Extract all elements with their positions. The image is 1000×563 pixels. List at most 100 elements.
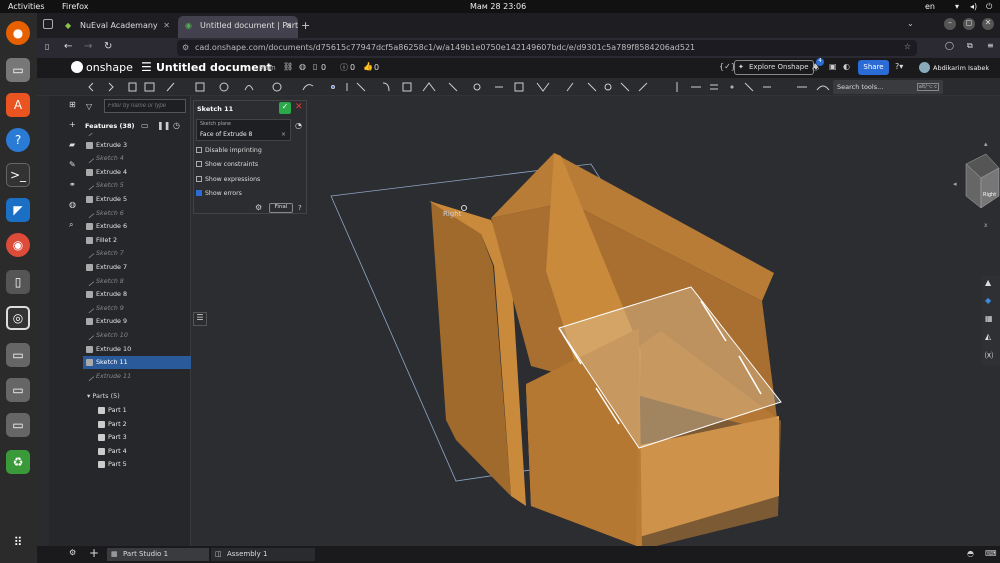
feature-item[interactable]: Extrude 7	[83, 261, 191, 274]
menu-icon[interactable]: ≡	[987, 41, 994, 50]
tab-overview-icon[interactable]	[43, 19, 53, 29]
close-icon[interactable]: ✕	[163, 21, 170, 30]
search-tool-icon[interactable]: ⌕	[69, 220, 73, 230]
feature-item[interactable]: Extrude 11	[83, 370, 191, 383]
features-tool-icon[interactable]: ⊞	[69, 100, 76, 109]
checkbox[interactable]	[196, 175, 202, 182]
tab-nueval[interactable]: ◆ NuEval Academany ✕	[58, 16, 176, 38]
account-icon[interactable]: ◯	[945, 41, 954, 50]
bookmark-star-icon[interactable]: ☆	[904, 42, 911, 51]
theme-icon[interactable]: ◐	[843, 62, 850, 71]
firefox-icon[interactable]: ●	[6, 21, 30, 45]
part-item[interactable]: Part 1	[95, 404, 191, 417]
feature-item[interactable]: Extrude 9	[83, 315, 191, 328]
final-button[interactable]: Final	[269, 203, 293, 213]
sketch-plane-field[interactable]: Sketch plane Face of Extrude 8 ×	[196, 119, 291, 141]
part-item[interactable]: Part 5	[95, 458, 191, 471]
clear-icon[interactable]: ×	[281, 131, 286, 138]
sketch-option[interactable]: Disable imprinting	[196, 147, 262, 154]
vscode-icon[interactable]: ◤	[6, 198, 30, 222]
maximize-icon[interactable]: ◻	[963, 18, 975, 30]
forward-icon[interactable]: →	[84, 41, 92, 52]
measure-tool-icon[interactable]: ✎	[69, 160, 76, 169]
cancel-x-icon[interactable]: ✕	[295, 102, 303, 112]
history-icon[interactable]: ◷	[173, 121, 180, 130]
user-name[interactable]: Abdikarim Isabek	[933, 64, 989, 72]
network-icon[interactable]: ▾	[955, 2, 959, 11]
model-view[interactable]: Right Right ◂ ▴ x ◈	[191, 96, 1000, 551]
reload-icon[interactable]: ↻	[104, 41, 112, 52]
chevron-down-icon[interactable]: ⌄	[907, 19, 914, 28]
feature-item[interactable]: Extrude 4	[83, 166, 191, 179]
checkbox[interactable]	[196, 147, 202, 153]
close-window-icon[interactable]: ✕	[982, 18, 994, 30]
bom-icon[interactable]: ▦	[985, 314, 993, 323]
feature-item[interactable]: Extrude 5	[83, 193, 191, 206]
filter-icon[interactable]: ▽	[86, 102, 92, 111]
feature-item[interactable]: Fillet 2	[83, 234, 191, 247]
hamburger-menu-icon[interactable]: ☰	[141, 60, 152, 74]
feature-item[interactable]: Sketch 3	[83, 133, 191, 138]
activities-button[interactable]: Activities	[8, 2, 45, 11]
like-icon[interactable]: 👍	[363, 62, 373, 71]
drive-icon[interactable]: ▭	[6, 413, 30, 437]
help-icon[interactable]: ?▾	[895, 62, 903, 71]
power-icon[interactable]: ⏻	[986, 2, 992, 12]
feature-item[interactable]: Extrude 10	[83, 343, 191, 356]
feature-item[interactable]: Extrude 3	[83, 139, 191, 152]
app-grid-icon[interactable]: ⠿	[6, 530, 30, 554]
shortcut-icon[interactable]: ⌨	[985, 549, 997, 558]
onshape-logo-icon[interactable]	[71, 61, 83, 73]
info-icon[interactable]: ⓘ	[340, 62, 348, 73]
sketch-option[interactable]: Show expressions	[196, 175, 260, 183]
display-icon[interactable]: ◓	[967, 549, 974, 558]
mate-icon[interactable]: ◭	[985, 332, 991, 341]
accept-check-icon[interactable]: ✓	[279, 102, 291, 114]
onshape-logo-text[interactable]: onshape	[86, 61, 133, 74]
explore-onshape-button[interactable]: ✦ Explore Onshape	[734, 60, 814, 75]
feature-item[interactable]: Sketch 5	[83, 179, 191, 192]
folder-icon[interactable]: ▭	[141, 121, 149, 130]
sketch-tools-icon[interactable]: ⚙	[255, 203, 262, 212]
terminal-icon[interactable]: >_	[6, 163, 30, 187]
list-toggle-icon[interactable]: ☰	[193, 312, 207, 326]
feature-item[interactable]: Sketch 4	[83, 152, 191, 165]
language-indicator[interactable]: en	[925, 2, 935, 11]
comments-tool-icon[interactable]: ▰	[69, 140, 75, 149]
minimize-icon[interactable]: –	[944, 18, 956, 30]
rollback-icon[interactable]: ❚❚	[157, 121, 170, 130]
feature-item[interactable]: Sketch 6	[83, 207, 191, 220]
url-input[interactable]: ⚙ cad.onshape.com/documents/d75615c77947…	[177, 40, 917, 56]
share-button[interactable]: Share	[858, 60, 889, 75]
screenshot-icon[interactable]: ◎	[6, 306, 30, 330]
render-studio-icon[interactable]: ▲	[985, 278, 991, 287]
new-tab-icon[interactable]: +	[301, 19, 310, 32]
globe-icon[interactable]: ◍	[299, 62, 306, 71]
variables-tool-icon[interactable]: +	[69, 120, 76, 129]
feature-item[interactable]: Sketch 9	[83, 302, 191, 315]
site-info-icon[interactable]: ⚙	[182, 43, 189, 52]
volume-icon[interactable]: ◂)	[970, 2, 977, 11]
trash-icon[interactable]: ♻	[6, 450, 30, 474]
feature-item[interactable]: Sketch 11	[83, 356, 191, 370]
tab-part-studio[interactable]: ▦ Part Studio 1	[107, 548, 209, 561]
document-icon[interactable]: ▯	[313, 62, 317, 71]
avatar[interactable]	[919, 62, 930, 73]
phone-icon[interactable]: ▯	[6, 270, 30, 294]
part-item[interactable]: Part 4	[95, 445, 191, 458]
close-icon[interactable]: ✕	[285, 21, 292, 30]
checkbox[interactable]	[196, 189, 202, 196]
help-icon[interactable]: ?	[6, 128, 30, 152]
help-icon[interactable]: ?	[298, 204, 302, 212]
checkbox[interactable]	[196, 161, 202, 168]
appearances-icon[interactable]: ◆	[985, 296, 991, 305]
part-item[interactable]: Part 3	[95, 431, 191, 444]
extensions-icon[interactable]: ⧉	[967, 41, 973, 51]
feature-item[interactable]: Sketch 10	[83, 329, 191, 342]
parts-header[interactable]: ▾ Parts (5)	[87, 392, 120, 400]
feature-item[interactable]: Extrude 8	[83, 288, 191, 301]
drive-icon[interactable]: ▭	[6, 378, 30, 402]
sidebar-toggle-icon[interactable]: ▯	[45, 42, 49, 51]
link-icon[interactable]: ⛓	[283, 62, 293, 71]
learning-icon[interactable]: ▣	[829, 62, 837, 71]
